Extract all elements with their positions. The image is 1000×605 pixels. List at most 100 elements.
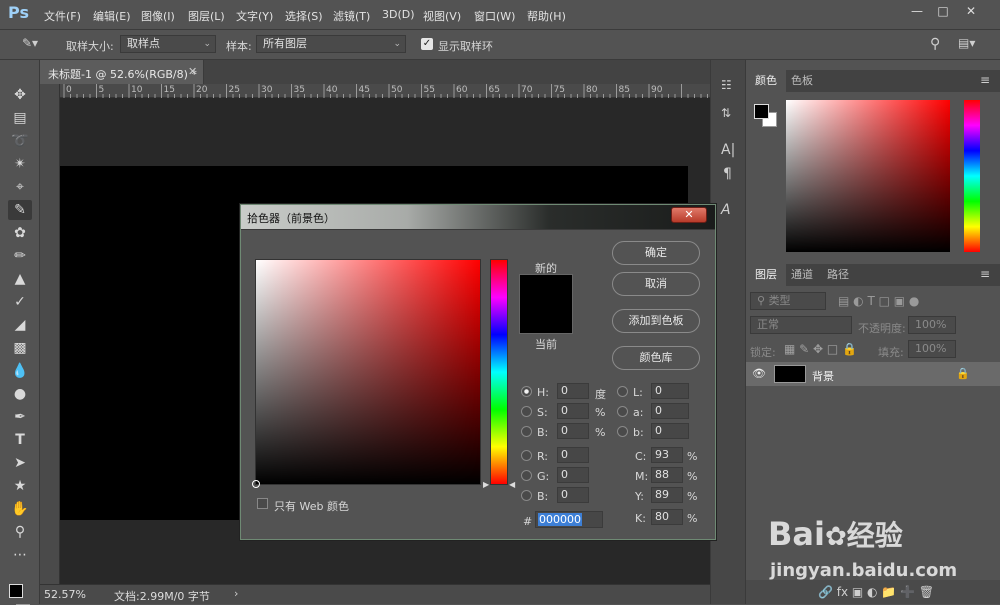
- close-tab-icon[interactable]: ✕: [188, 65, 197, 78]
- a-field[interactable]: 0: [651, 403, 689, 419]
- hue-slider[interactable]: [964, 100, 980, 252]
- saturation-brightness-field[interactable]: [252, 259, 481, 488]
- c-field[interactable]: 93: [651, 447, 683, 463]
- status-menu-icon[interactable]: ›: [234, 587, 238, 600]
- tab-swatches[interactable]: 色板: [782, 70, 822, 92]
- paint-bucket-tool-icon[interactable]: ▩: [8, 338, 32, 358]
- h-field[interactable]: 0: [557, 383, 589, 399]
- move-tool-icon[interactable]: ✥: [8, 85, 32, 105]
- document-tab[interactable]: 未标题-1 @ 52.6%(RGB/8) * ✕: [40, 60, 204, 84]
- close-window-icon[interactable]: ✕: [958, 2, 984, 20]
- zoom-tool-icon[interactable]: ⚲: [8, 522, 32, 542]
- brush-tool-icon[interactable]: ✏: [8, 246, 32, 266]
- shape-tool-icon[interactable]: ★: [8, 476, 32, 496]
- maximize-icon[interactable]: □: [930, 2, 956, 20]
- search-icon[interactable]: ⚲: [930, 36, 940, 52]
- menu-type[interactable]: 文字(Y): [236, 8, 273, 24]
- workspace-icon[interactable]: ▤▾: [958, 36, 975, 50]
- add-to-swatches-button[interactable]: 添加到色板: [612, 309, 700, 333]
- dodge-tool-icon[interactable]: ●: [8, 384, 32, 404]
- more-tools-icon[interactable]: ⋯: [8, 545, 32, 565]
- h-radio[interactable]: [521, 386, 532, 397]
- blend-mode-select[interactable]: 正常: [750, 316, 852, 334]
- menu-3d[interactable]: 3D(D): [382, 8, 415, 21]
- hex-field[interactable]: 000000: [535, 511, 603, 528]
- lasso-tool-icon[interactable]: ➰: [8, 131, 32, 151]
- color-libraries-button[interactable]: 颜色库: [612, 346, 700, 370]
- menu-image[interactable]: 图像(I): [141, 8, 175, 24]
- l-field[interactable]: 0: [651, 383, 689, 399]
- y-field[interactable]: 89: [651, 487, 683, 503]
- color-field[interactable]: [786, 100, 950, 252]
- menu-layer[interactable]: 图层(L): [188, 8, 225, 24]
- g-radio[interactable]: [521, 470, 532, 481]
- character-panel-icon[interactable]: A|: [721, 142, 735, 158]
- panel-menu-icon[interactable]: ≡: [980, 73, 990, 87]
- dialog-titlebar[interactable]: 拾色器（前景色） ✕: [241, 205, 715, 229]
- marquee-tool-icon[interactable]: ▤: [8, 108, 32, 128]
- show-ring-checkbox[interactable]: ✓: [421, 38, 433, 50]
- eyedropper-tool-icon[interactable]: ✎: [8, 200, 32, 220]
- b-field[interactable]: 0: [557, 423, 589, 439]
- close-icon[interactable]: ✕: [671, 207, 707, 223]
- web-only-checkbox[interactable]: [257, 498, 268, 509]
- tab-layers[interactable]: 图层: [746, 264, 786, 286]
- pen-tool-icon[interactable]: ✒: [8, 407, 32, 427]
- sample-size-select[interactable]: 取样点 ⌄: [120, 35, 216, 53]
- menu-help[interactable]: 帮助(H): [527, 8, 566, 24]
- s-radio[interactable]: [521, 406, 532, 417]
- lab-b-radio[interactable]: [617, 426, 628, 437]
- crop-tool-icon[interactable]: ⌖: [8, 177, 32, 197]
- layer-row[interactable]: 👁 背景 🔒: [746, 362, 1000, 386]
- menu-view[interactable]: 视图(V): [423, 8, 461, 24]
- menu-filter[interactable]: 滤镜(T): [333, 8, 370, 24]
- glyphs-panel-icon[interactable]: A: [721, 202, 731, 218]
- paragraph-panel-icon[interactable]: ¶: [723, 166, 732, 182]
- tab-channels[interactable]: 通道: [782, 264, 822, 286]
- hue-strip[interactable]: [490, 259, 508, 485]
- visibility-eye-icon[interactable]: 👁: [752, 367, 766, 380]
- k-field[interactable]: 80: [651, 509, 683, 525]
- quick-select-tool-icon[interactable]: ✴: [8, 154, 32, 174]
- history-panel-icon[interactable]: ☷: [721, 78, 732, 92]
- menu-edit[interactable]: 编辑(E): [93, 8, 131, 24]
- color-panel-foreground[interactable]: [754, 104, 769, 119]
- blue-radio[interactable]: [521, 490, 532, 501]
- eraser-tool-icon[interactable]: ◢: [8, 315, 32, 335]
- properties-panel-icon[interactable]: ⇅: [721, 106, 731, 120]
- healing-brush-tool-icon[interactable]: ✿: [8, 223, 32, 243]
- l-radio[interactable]: [617, 386, 628, 397]
- zoom-level[interactable]: 52.57%: [44, 588, 86, 601]
- a-radio[interactable]: [617, 406, 628, 417]
- b-radio[interactable]: [521, 426, 532, 437]
- history-brush-tool-icon[interactable]: ✓: [8, 292, 32, 312]
- g-field[interactable]: 0: [557, 467, 589, 483]
- r-radio[interactable]: [521, 450, 532, 461]
- layer-footer-icons[interactable]: 🔗 fx ▣ ◐ 📁 ➕ 🗑: [818, 585, 934, 599]
- filter-icons[interactable]: ▤ ◐ T □ ▣ ●: [838, 294, 919, 308]
- path-select-tool-icon[interactable]: ➤: [8, 453, 32, 473]
- tab-color[interactable]: 颜色: [746, 70, 786, 92]
- lab-b-field[interactable]: 0: [651, 423, 689, 439]
- cancel-button[interactable]: 取消: [612, 272, 700, 296]
- color-picker-cursor[interactable]: [252, 480, 260, 488]
- menu-file[interactable]: 文件(F): [44, 8, 81, 24]
- menu-window[interactable]: 窗口(W): [474, 8, 515, 24]
- hue-slider-left-icon[interactable]: ▶: [483, 480, 489, 489]
- menu-select[interactable]: 选择(S): [285, 8, 323, 24]
- tab-paths[interactable]: 路径: [818, 264, 858, 286]
- fill-input[interactable]: 100%: [908, 340, 956, 358]
- eyedropper-tool-preset-icon[interactable]: ✎▾: [22, 36, 38, 50]
- opacity-input[interactable]: 100%: [908, 316, 956, 334]
- layer-kind-filter[interactable]: ⚲ 类型: [750, 292, 826, 310]
- lock-icons[interactable]: ▦ ✎ ✥ □ 🔒: [784, 342, 857, 356]
- type-tool-icon[interactable]: T: [8, 430, 32, 450]
- panel-menu-icon[interactable]: ≡: [980, 267, 990, 281]
- foreground-swatch[interactable]: [9, 584, 23, 598]
- minimize-icon[interactable]: —: [904, 2, 930, 20]
- r-field[interactable]: 0: [557, 447, 589, 463]
- blur-tool-icon[interactable]: 💧: [8, 361, 32, 381]
- hand-tool-icon[interactable]: ✋: [8, 499, 32, 519]
- sample-select[interactable]: 所有图层 ⌄: [256, 35, 406, 53]
- clone-stamp-tool-icon[interactable]: ▲: [8, 269, 32, 289]
